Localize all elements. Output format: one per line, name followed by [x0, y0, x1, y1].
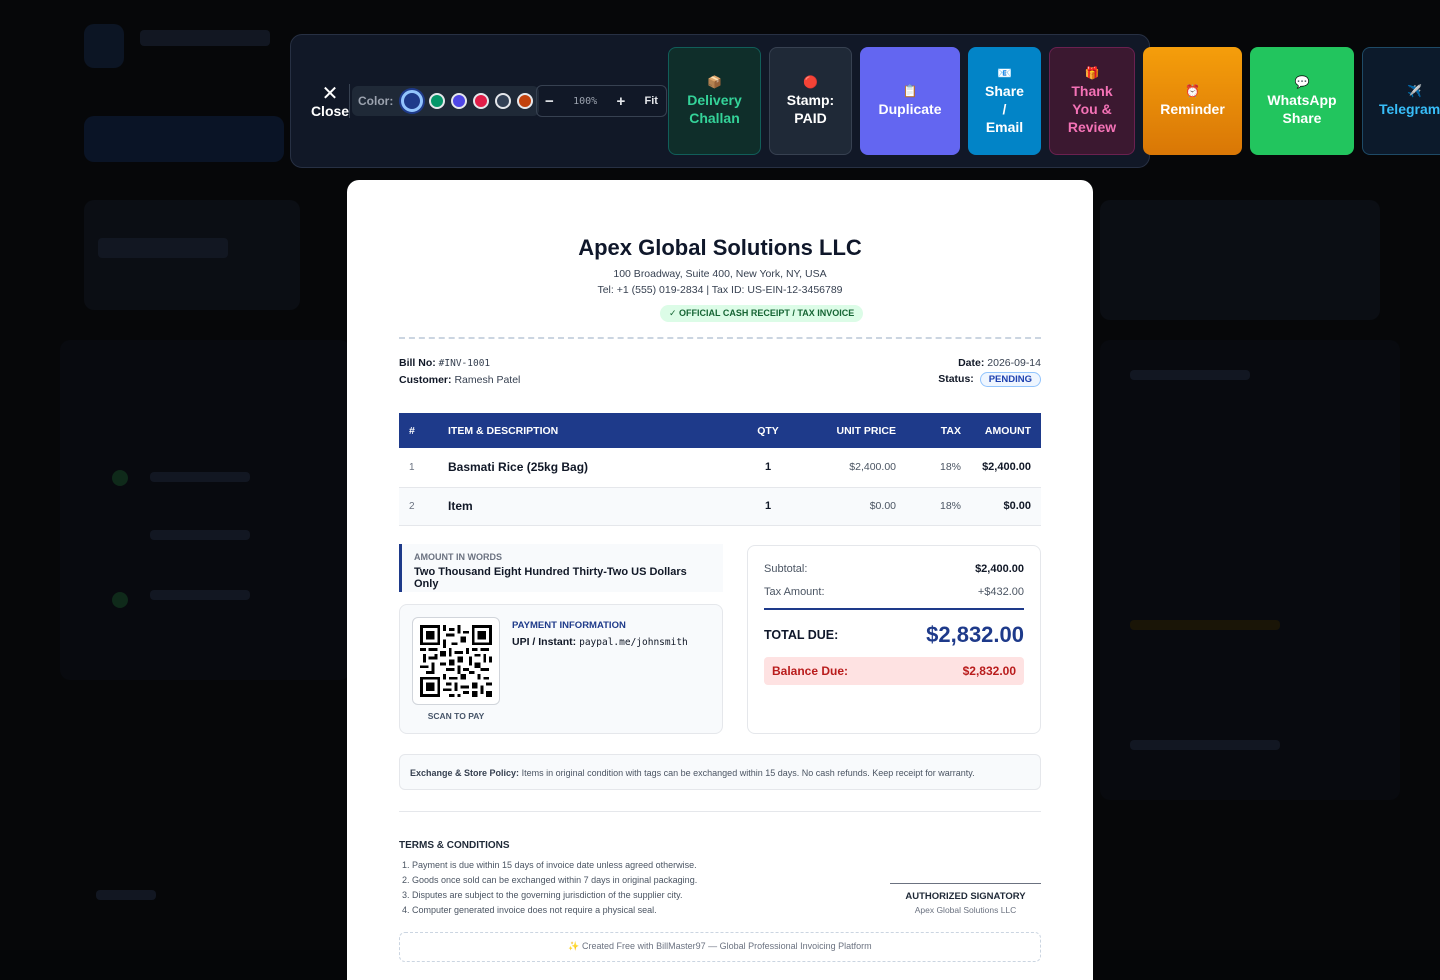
amount-in-words: AMOUNT IN WORDS Two Thousand Eight Hundr… [399, 544, 723, 592]
share-email-button[interactable]: 📧 Share / Email [968, 47, 1041, 155]
col-amount: AMOUNT [971, 413, 1041, 448]
balance-due-row: Balance Due: $2,832.00 [764, 657, 1024, 685]
bg-line [1130, 370, 1250, 380]
zoom-control: − 100% + Fit [536, 85, 667, 117]
store-policy: Exchange & Store Policy: Items in origin… [399, 754, 1041, 790]
payment-handle: paypal.me/johnsmith [579, 637, 688, 648]
official-receipt-badge: ✓ OFFICIAL CASH RECEIPT / TAX INVOICE [660, 305, 863, 322]
scan-to-pay-label: SCAN TO PAY [412, 711, 500, 721]
close-icon: ✕ [309, 86, 351, 102]
whatsapp-share-button[interactable]: 💬 WhatsApp Share [1250, 47, 1354, 155]
customer-name: Customer: Ramesh Patel [399, 374, 520, 386]
color-swatch-orange[interactable] [517, 93, 533, 109]
payment-info-card: SCAN TO PAY PAYMENT INFORMATION UPI / In… [399, 604, 723, 734]
subtotal-row: Subtotal: $2,400.00 [764, 563, 1024, 575]
bg-panel-right [1100, 340, 1400, 800]
bg-logo [84, 24, 124, 68]
bg-line [1130, 740, 1280, 750]
amount-in-words-value: Two Thousand Eight Hundred Thirty-Two US… [414, 566, 711, 590]
bg-line [150, 472, 250, 482]
bg-amount [98, 238, 228, 258]
header-divider [399, 337, 1041, 339]
terms-list: 1. Payment is due within 15 days of invo… [402, 858, 697, 918]
airplane-icon: ✈️ [1407, 84, 1422, 98]
list-item: 1. Payment is due within 15 days of invo… [402, 858, 697, 873]
bg-line [150, 530, 250, 540]
col-unit-price: UNIT PRICE [798, 413, 906, 448]
total-due-row: TOTAL DUE: $2,832.00 [764, 622, 1024, 648]
company-address: 100 Broadway, Suite 400, New York, NY, U… [399, 268, 1041, 280]
total-due-amount: $2,832.00 [926, 622, 1024, 648]
bg-line [150, 590, 250, 600]
gift-icon: 🎁 [1085, 66, 1100, 80]
invoice-content: Apex Global Solutions LLC 100 Broadway, … [399, 180, 1041, 980]
bg-line [96, 890, 156, 900]
footer-credit: ✨ Created Free with BillMaster97 — Globa… [399, 932, 1041, 962]
bg-line [1130, 620, 1280, 630]
zoom-out-button[interactable]: − [545, 93, 554, 110]
status-badge: PENDING [980, 372, 1041, 387]
red-circle-icon: 🔴 [803, 75, 818, 89]
close-label: Close [309, 102, 351, 120]
color-swatch-indigo[interactable] [451, 93, 467, 109]
stamp-paid-button[interactable]: 🔴 Stamp: PAID [769, 47, 852, 155]
bill-number: Bill No: #INV-1001 [399, 357, 490, 369]
package-icon: 📦 [707, 75, 722, 89]
bg-list-left [60, 340, 350, 680]
close-button[interactable]: ✕ Close [309, 86, 351, 120]
totals-card: Subtotal: $2,400.00 Tax Amount: +$432.00… [747, 545, 1041, 734]
clipboard-icon: 📋 [903, 84, 918, 98]
color-swatch-green[interactable] [429, 93, 445, 109]
bg-title [140, 30, 270, 46]
authorized-signatory: AUTHORIZED SIGNATORY Apex Global Solutio… [890, 883, 1041, 915]
invoice-date: Date: 2026-09-14 [958, 357, 1041, 369]
list-item: 4. Computer generated invoice does not r… [402, 903, 697, 918]
qr-code[interactable] [412, 617, 500, 705]
color-swatch-navy[interactable] [401, 90, 423, 112]
color-label: Color: [358, 94, 393, 108]
tax-row: Tax Amount: +$432.00 [764, 586, 1024, 598]
bg-card-right [1100, 200, 1380, 320]
terms-title: TERMS & CONDITIONS [399, 840, 510, 851]
chat-bubble-icon: 💬 [1295, 75, 1310, 89]
zoom-in-button[interactable]: + [616, 93, 625, 110]
company-contact: Tel: +1 (555) 019-2834 | Tax ID: US-EIN-… [399, 284, 1041, 296]
col-tax: TAX [906, 413, 971, 448]
payment-method: UPI / Instant: paypal.me/johnsmith [512, 636, 688, 648]
table-header: # ITEM & DESCRIPTION QTY UNIT PRICE TAX … [399, 413, 1041, 448]
invoice-status: Status: PENDING [938, 372, 1041, 387]
delivery-challan-button[interactable]: 📦 Delivery Challan [668, 47, 761, 155]
color-swatch-rose[interactable] [473, 93, 489, 109]
policy-divider [399, 811, 1041, 812]
company-name: Apex Global Solutions LLC [399, 235, 1041, 261]
color-swatch-slate[interactable] [495, 93, 511, 109]
thank-you-review-button[interactable]: 🎁 Thank You & Review [1049, 47, 1135, 155]
bg-button [84, 116, 284, 162]
col-number: # [399, 413, 438, 448]
amount-in-words-label: AMOUNT IN WORDS [414, 552, 711, 562]
color-picker: Color: [352, 86, 539, 116]
payment-info-title: PAYMENT INFORMATION [512, 620, 626, 631]
col-description: ITEM & DESCRIPTION [438, 413, 738, 448]
items-table: # ITEM & DESCRIPTION QTY UNIT PRICE TAX … [399, 413, 1041, 526]
list-item: 3. Disputes are subject to the governing… [402, 888, 697, 903]
zoom-fit-button[interactable]: Fit [645, 95, 658, 107]
toolbar-divider [349, 84, 350, 118]
list-item: 2. Goods once sold can be exchanged with… [402, 873, 697, 888]
bg-dot [112, 470, 128, 486]
col-qty: QTY [738, 413, 798, 448]
table-row: 1 Basmati Rice (25kg Bag) 1 $2,400.00 18… [399, 448, 1041, 487]
totals-divider [764, 608, 1024, 610]
email-icon: 📧 [997, 66, 1012, 80]
table-row: 2 Item 1 $0.00 18% $0.00 [399, 487, 1041, 525]
reminder-button[interactable]: ⏰ Reminder [1143, 47, 1242, 155]
duplicate-button[interactable]: 📋 Duplicate [860, 47, 960, 155]
alarm-clock-icon: ⏰ [1185, 84, 1200, 98]
bg-dot [112, 592, 128, 608]
invoice-document: Apex Global Solutions LLC 100 Broadway, … [347, 180, 1093, 980]
telegram-button[interactable]: ✈️ Telegram [1362, 47, 1440, 155]
zoom-level: 100% [573, 96, 597, 107]
